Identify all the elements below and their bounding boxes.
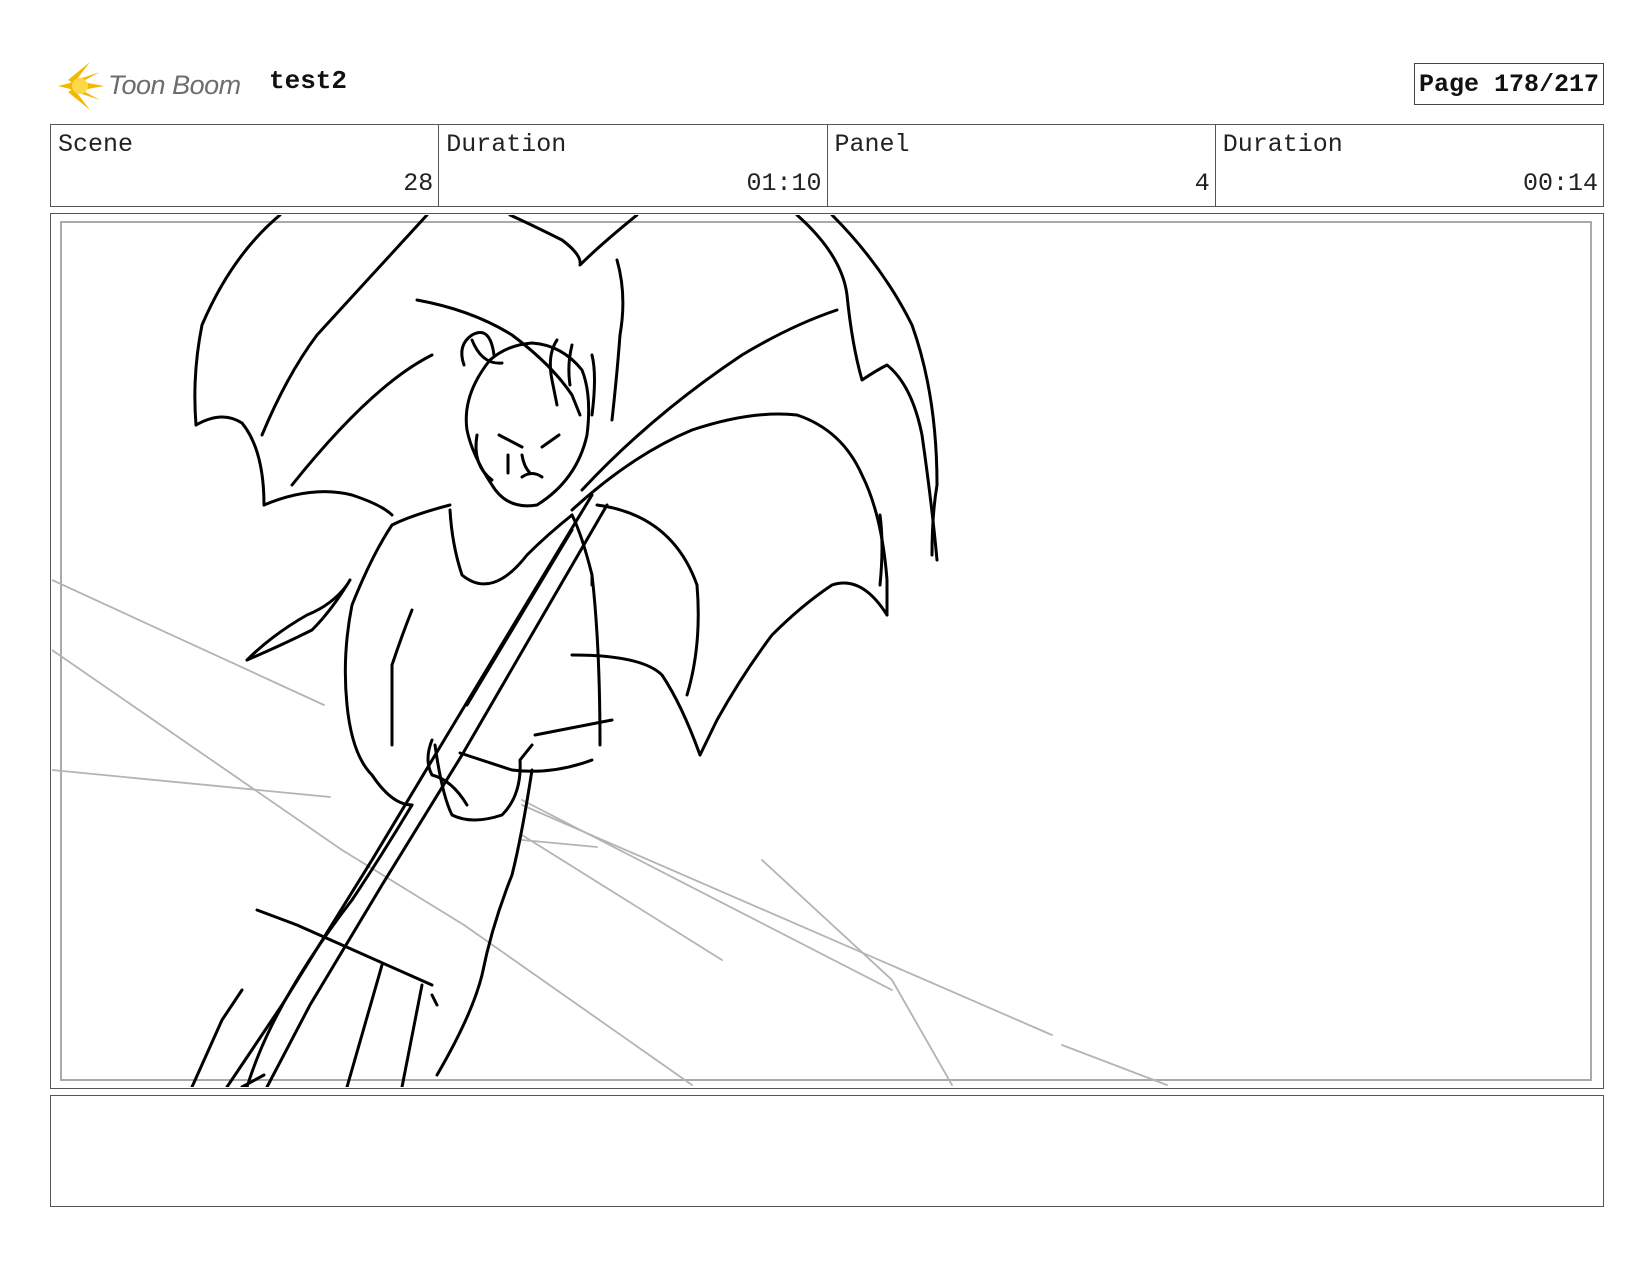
scene-label: Scene	[58, 130, 134, 159]
scene-duration-label: Duration	[446, 130, 567, 159]
scene-value: 28	[403, 169, 434, 198]
panel-cell: Panel 4	[828, 125, 1216, 206]
panel-duration-value: 00:14	[1522, 169, 1598, 198]
panel-value: 4	[1194, 169, 1210, 198]
panel-duration-label: Duration	[1222, 130, 1343, 159]
storyboard-sketch	[52, 215, 1168, 1087]
scene-duration-value: 01:10	[746, 169, 822, 198]
project-title: test2	[269, 66, 348, 96]
panel-notes	[50, 1095, 1604, 1207]
umbrella-sketch	[193, 215, 939, 757]
logo-wordmark: Toon Boom	[108, 70, 241, 100]
panel-label: Panel	[834, 130, 910, 159]
umbrella-shaft	[225, 493, 609, 1087]
scene-duration-cell: Duration 01:10	[439, 125, 828, 206]
panel-info-row: Scene 28 Duration 01:10 Panel 4 Duration…	[50, 124, 1604, 207]
toon-boom-logo: Toon Boom	[54, 58, 250, 114]
page-indicator: Page 178/217	[1414, 63, 1604, 105]
starburst-icon	[58, 62, 104, 110]
panel-duration-cell: Duration 00:14	[1216, 125, 1603, 206]
scene-cell: Scene 28	[51, 125, 440, 206]
